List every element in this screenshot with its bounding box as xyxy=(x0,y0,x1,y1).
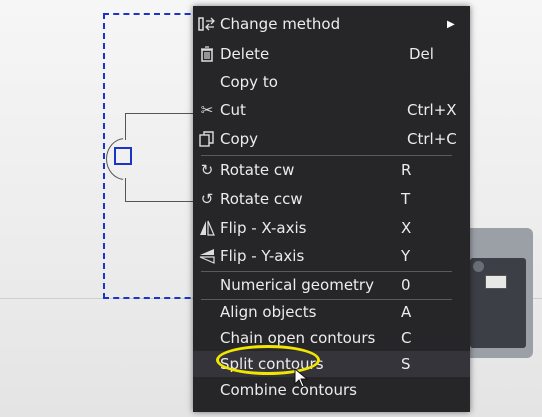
menu-item-shortcut: A xyxy=(401,303,412,321)
flip-y-icon xyxy=(197,246,217,266)
menu-item-label: Chain open contours xyxy=(220,329,376,347)
menu-item-align-objects[interactable]: Align objects A xyxy=(193,299,470,325)
flip-x-icon xyxy=(197,218,217,238)
menu-item-copy[interactable]: Copy Ctrl+C xyxy=(193,126,470,152)
rotate-ccw-icon: ↺ xyxy=(200,190,214,208)
menu-item-numerical-geometry[interactable]: Numerical geometry 0 xyxy=(193,272,470,298)
menu-item-label: Copy xyxy=(220,130,259,148)
submenu-arrow-icon: ▶ xyxy=(447,18,455,30)
contour-edge xyxy=(125,201,200,202)
menu-item-label: Change method xyxy=(220,15,341,33)
mouse-cursor-icon xyxy=(294,368,308,388)
copy-icon xyxy=(197,129,217,149)
menu-item-label: Flip - Y-axis xyxy=(220,247,305,265)
menu-item-label: Align objects xyxy=(220,303,317,321)
menu-item-copy-to[interactable]: Copy to xyxy=(193,69,470,95)
contour-edge xyxy=(125,113,200,114)
trash-icon xyxy=(197,44,217,64)
menu-item-change-method[interactable]: Change method ▶ xyxy=(193,11,470,37)
contour-edge xyxy=(125,178,126,202)
menu-item-shortcut: Y xyxy=(401,247,411,265)
menu-item-shortcut: X xyxy=(401,219,412,237)
menu-item-flip-y[interactable]: Flip - Y-axis Y xyxy=(193,243,470,269)
menu-item-label: Combine contours xyxy=(220,381,357,399)
menu-item-shortcut: T xyxy=(401,190,411,208)
menu-item-shortcut: Ctrl+C xyxy=(407,130,457,148)
menu-item-label: Rotate cw xyxy=(220,161,295,179)
menu-item-label: Numerical geometry xyxy=(220,276,374,294)
menu-item-delete[interactable]: Delete Del xyxy=(193,41,470,67)
menu-item-combine-contours[interactable]: Combine contours xyxy=(193,377,470,403)
menu-item-shortcut: 0 xyxy=(401,276,411,294)
side-panel-knob[interactable] xyxy=(473,261,484,272)
menu-item-label: Cut xyxy=(220,101,246,119)
menu-item-shortcut: Ctrl+X xyxy=(407,101,457,119)
side-panel-indicator xyxy=(485,275,507,289)
menu-item-shortcut: R xyxy=(401,161,412,179)
menu-item-shortcut: C xyxy=(401,329,412,347)
rotate-cw-icon: ↻ xyxy=(200,161,214,179)
contour-start-marker[interactable] xyxy=(114,147,132,165)
method-icon xyxy=(197,14,217,34)
menu-item-label: Rotate ccw xyxy=(220,190,303,208)
menu-item-label: Copy to xyxy=(220,73,278,91)
menu-item-cut[interactable]: ✂ Cut Ctrl+X xyxy=(193,97,470,123)
contour-edge xyxy=(125,113,126,140)
menu-item-chain-open-contours[interactable]: Chain open contours C xyxy=(193,325,470,351)
scissors-icon: ✂ xyxy=(200,101,214,119)
menu-item-shortcut: S xyxy=(401,355,411,373)
menu-item-flip-x[interactable]: Flip - X-axis X xyxy=(193,215,470,241)
menu-separator xyxy=(201,155,452,156)
menu-item-rotate-ccw[interactable]: ↺ Rotate ccw T xyxy=(193,186,470,212)
menu-item-label: Delete xyxy=(220,45,270,63)
menu-item-shortcut: Del xyxy=(409,45,434,63)
menu-item-rotate-cw[interactable]: ↻ Rotate cw R xyxy=(193,157,470,183)
menu-item-label: Flip - X-axis xyxy=(220,219,307,237)
